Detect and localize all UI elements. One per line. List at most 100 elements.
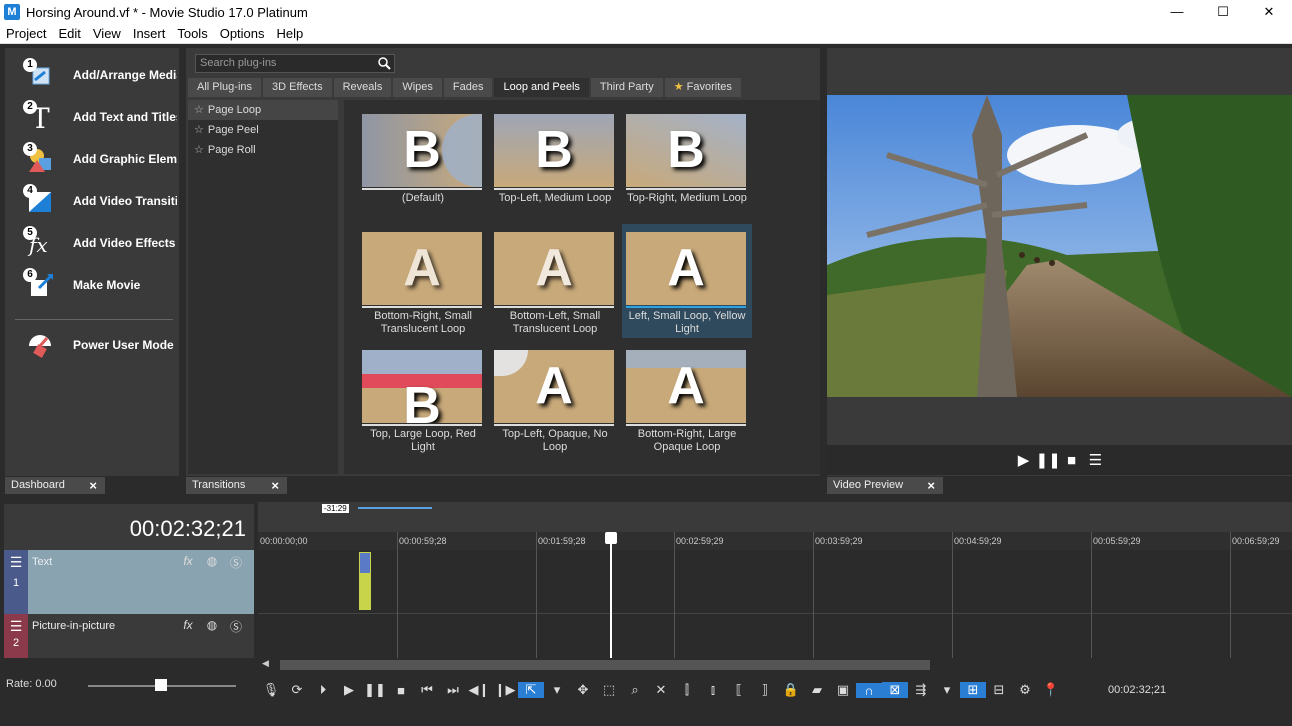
maximize-button[interactable]: ☐ [1200,0,1246,24]
hamburger-icon[interactable]: ☰ [4,554,28,571]
preset-thumbnail[interactable]: A Top-Left, Opaque, No Loop [490,342,620,456]
split-icon[interactable]: ⫾ [700,682,726,698]
tree-item-page-roll[interactable]: ☆ Page Roll [188,140,338,160]
close-icon[interactable]: × [89,477,97,494]
track-lane-pip[interactable] [258,614,1292,658]
menu-insert[interactable]: Insert [127,26,172,41]
playhead-marker[interactable] [605,532,617,544]
stop-icon[interactable]: ■ [388,683,414,698]
tab-third-party[interactable]: Third Party [590,78,663,97]
track-header-text[interactable]: ☰ 1 Text fx ◍ Ⓢ [4,550,254,614]
prev-frame-icon[interactable]: ◀❙ [466,682,492,698]
timeline-clip[interactable] [359,552,371,610]
selection-tool-icon[interactable]: ⬚ [596,682,622,698]
ignore-grouping-icon[interactable]: ⊟ [986,682,1012,698]
play-from-start-icon[interactable]: ⏵ [310,682,336,698]
fx-icon[interactable]: fx [176,618,200,635]
solo-icon[interactable]: Ⓢ [224,618,248,635]
stop-icon[interactable]: ■ [1060,452,1084,469]
dash-add-graphic-elements[interactable]: 3 Add Graphic Elements [23,142,183,176]
loop-region-flag[interactable]: -31:29 [322,504,349,513]
trim-end-icon[interactable]: ⟧ [752,682,778,698]
menu-project[interactable]: Project [0,26,52,41]
auto-crossfade-icon[interactable]: ⊠ [882,682,908,698]
solo-icon[interactable]: Ⓢ [224,554,248,571]
chevron-down-icon[interactable]: ▾ [544,682,570,698]
trim-icon[interactable]: ⫿ [674,682,700,698]
power-user-mode-button[interactable]: Power User Mode [23,328,183,362]
tree-item-page-loop[interactable]: ☆ Page Loop [188,100,338,120]
horizontal-scrollbar[interactable]: ◀ [258,658,1292,670]
tab-video-preview[interactable]: Video Preview × [827,477,943,494]
next-frame-icon[interactable]: ❙▶ [492,682,518,698]
go-to-start-icon[interactable]: ⏮ [414,682,440,698]
marker-icon[interactable]: ▰ [804,682,830,698]
minimize-button[interactable]: — [1154,0,1200,24]
loop-icon[interactable]: ⟳ [284,682,310,698]
tab-fades[interactable]: Fades [443,78,493,97]
record-icon[interactable]: 🎙 [258,682,284,698]
dash-add-video-effects[interactable]: fx 5 Add Video Effects [23,226,183,260]
preset-thumbnail[interactable]: B Top, Large Loop, Red Light [358,342,488,456]
delete-icon[interactable]: ✕ [648,682,674,698]
chevron-down-icon[interactable]: ▾ [934,682,960,698]
search-input[interactable]: Search plug-ins [195,54,395,73]
menu-help[interactable]: Help [271,26,310,41]
ripple-icon[interactable]: ⇶ [908,682,934,698]
lock-envelopes-icon[interactable]: ⊞ [960,682,986,698]
close-button[interactable]: ✕ [1246,0,1292,24]
playhead-line[interactable] [610,532,612,658]
time-ruler[interactable]: 00:00:00;00 00:00:59;28 00:01:59;28 00:0… [258,532,1292,550]
snapping-icon[interactable]: ∩ [856,682,882,698]
tree-item-page-peel[interactable]: ☆ Page Peel [188,120,338,140]
preset-thumbnail-selected[interactable]: A Left, Small Loop, Yellow Light [622,224,752,338]
menu-edit[interactable]: Edit [52,26,86,41]
pause-icon[interactable]: ❚❚ [1036,451,1061,469]
hamburger-icon[interactable]: ☰ [4,618,28,635]
marker-pin-icon[interactable]: 📍 [1038,682,1064,698]
settings-icon[interactable]: ⚙ [1012,682,1038,698]
envelope-tool-icon[interactable]: ✥ [570,682,596,698]
close-icon[interactable]: × [271,477,279,494]
scroll-thumb[interactable] [280,660,930,670]
play-icon[interactable]: ▶ [1012,451,1036,469]
preset-thumbnail[interactable]: B (Default) [358,106,488,220]
tab-dashboard[interactable]: Dashboard × [5,477,105,494]
track-header-pip[interactable]: ☰ 2 Picture-in-picture fx ◍ Ⓢ [4,614,254,658]
pause-icon[interactable]: ❚❚ [362,682,388,698]
motion-icon[interactable]: ◍ [200,554,224,571]
normal-edit-tool-icon[interactable]: ⇱ [518,682,544,698]
ruler-marker-bar[interactable]: -31:29 [258,502,1292,532]
menu-options[interactable]: Options [214,26,271,41]
preset-thumbnail[interactable]: A Bottom-Right, Small Translucent Loop [358,224,488,338]
rate-slider-knob[interactable] [155,679,167,691]
loop-region-line[interactable] [358,507,432,509]
preset-thumbnail[interactable]: A Bottom-Left, Small Translucent Loop [490,224,620,338]
scroll-left-icon[interactable]: ◀ [262,658,269,669]
tab-loop-and-peels[interactable]: Loop and Peels [494,78,589,97]
tab-reveals[interactable]: Reveals [333,78,392,97]
zoom-tool-icon[interactable]: ⌕ [622,682,648,698]
dash-make-movie[interactable]: 6 Make Movie [23,268,183,302]
preset-thumbnail[interactable]: B Top-Right, Medium Loop [622,106,752,220]
region-icon[interactable]: ▣ [830,682,856,698]
play-icon[interactable]: ▶ [336,682,362,698]
search-icon[interactable] [377,56,391,70]
menu-icon[interactable]: ☰ [1084,451,1108,469]
tab-favorites[interactable]: ★ Favorites [664,78,741,97]
go-to-end-icon[interactable]: ⏭ [440,682,466,698]
tab-all-plugins[interactable]: All Plug-ins [188,78,262,97]
tab-3d-effects[interactable]: 3D Effects [263,78,332,97]
trim-start-icon[interactable]: ⟦ [726,682,752,698]
dash-add-arrange-media[interactable]: 1 Add/Arrange Media [23,58,183,92]
tab-wipes[interactable]: Wipes [393,78,442,97]
menu-view[interactable]: View [87,26,127,41]
track-lane-text[interactable] [258,550,1292,614]
dash-add-text-titles[interactable]: T 2 Add Text and Titles [23,100,183,134]
menu-tools[interactable]: Tools [171,26,213,41]
lock-icon[interactable]: 🔒 [778,682,804,698]
preset-thumbnail[interactable]: B Top-Left, Medium Loop [490,106,620,220]
dash-add-video-transitions[interactable]: 4 Add Video Transitions [23,184,183,218]
motion-icon[interactable]: ◍ [200,618,224,635]
fx-icon[interactable]: fx [176,554,200,571]
